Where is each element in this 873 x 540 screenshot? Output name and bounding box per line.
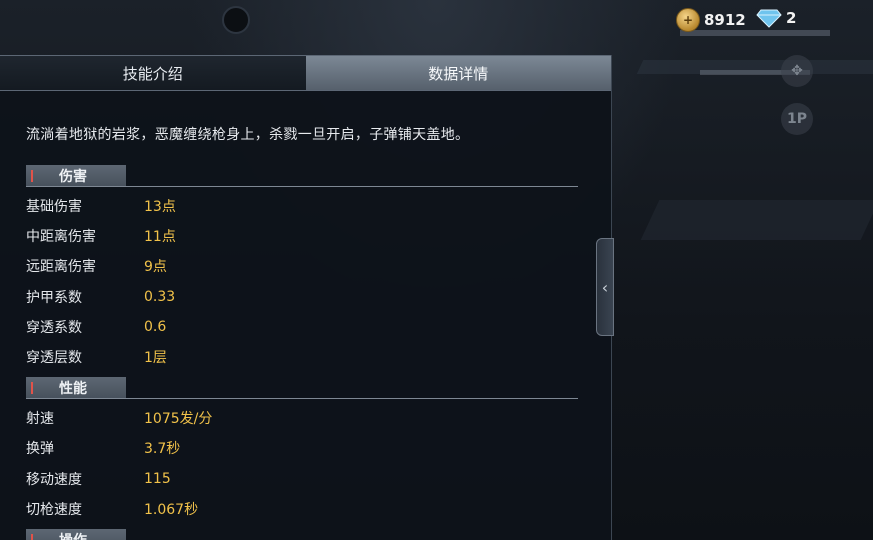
section-title: 性能 xyxy=(59,380,87,397)
section-title: 伤害 xyxy=(59,168,87,185)
stat-row: 移动速度 115 xyxy=(26,468,386,490)
stat-label: 远距离伤害 xyxy=(26,259,96,275)
stat-value: 3.7秒 xyxy=(144,441,181,457)
weapon-info-panel: 技能介绍 数据详情 流淌着地狱的岩浆，恶魔缠绕枪身上，杀戮一旦开启，子弹铺天盖地… xyxy=(0,55,612,540)
section-marker xyxy=(31,169,33,182)
diamond-icon xyxy=(756,8,782,28)
stat-label: 移动速度 xyxy=(26,472,82,488)
stat-row: 穿透系数 0.6 xyxy=(26,316,386,338)
stat-label: 穿透系数 xyxy=(26,320,82,336)
stat-value: 0.33 xyxy=(144,289,176,305)
stat-row: 换弹 3.7秒 xyxy=(26,437,386,459)
stat-label: 基础伤害 xyxy=(26,199,82,215)
stat-row: 远距离伤害 9点 xyxy=(26,255,386,277)
gem-currency[interactable]: 2 xyxy=(756,8,796,28)
stat-value: 11点 xyxy=(144,229,176,245)
section-title: 操作 xyxy=(59,530,87,540)
section-performance: 性能 xyxy=(26,377,578,401)
section-marker xyxy=(31,533,33,540)
tab-bar: 技能介绍 数据详情 xyxy=(0,55,611,91)
stat-row: 基础伤害 13点 xyxy=(26,195,386,217)
stat-label: 射速 xyxy=(26,411,54,427)
stat-row: 切枪速度 1.067秒 xyxy=(26,498,386,520)
stat-row: 护甲系数 0.33 xyxy=(26,286,386,308)
section-marker xyxy=(31,381,33,394)
chevron-left-icon: ‹ xyxy=(601,277,609,297)
stat-row: 穿透层数 1层 xyxy=(26,346,386,368)
gold-amount: 8912 xyxy=(704,11,746,29)
section-divider xyxy=(26,398,578,399)
section-operation: 操作 xyxy=(26,529,578,540)
gold-currency[interactable]: + 8912 xyxy=(676,8,746,32)
settings-icon: ✥ xyxy=(791,63,803,79)
weapon-description: 流淌着地狱的岩浆，恶魔缠绕枪身上，杀戮一旦开启，子弹铺天盖地。 xyxy=(26,127,470,143)
section-divider xyxy=(26,186,578,187)
stat-value: 13点 xyxy=(144,199,176,215)
stat-value: 1075发/分 xyxy=(144,411,213,427)
section-damage: 伤害 xyxy=(26,165,578,189)
stat-row: 中距离伤害 11点 xyxy=(26,225,386,247)
stat-label: 中距离伤害 xyxy=(26,229,96,245)
stat-label: 换弹 xyxy=(26,441,54,457)
gold-coin-icon: + xyxy=(676,8,700,32)
tab-data-details[interactable]: 数据详情 xyxy=(305,56,611,90)
settings-button[interactable]: ✥ xyxy=(781,55,813,87)
stat-value: 115 xyxy=(144,471,171,487)
stat-label: 穿透层数 xyxy=(26,350,82,366)
player-icon: 1P xyxy=(786,111,807,127)
collapse-panel-button[interactable]: ‹ xyxy=(596,238,614,336)
stat-value: 1.067秒 xyxy=(144,502,199,518)
stat-row: 射速 1075发/分 xyxy=(26,407,386,429)
stat-value: 0.6 xyxy=(144,319,167,335)
gem-amount: 2 xyxy=(786,9,797,27)
stat-value: 9点 xyxy=(144,259,167,275)
stat-label: 切枪速度 xyxy=(26,502,82,518)
stat-value: 1层 xyxy=(144,350,167,366)
stat-label: 护甲系数 xyxy=(26,290,82,306)
tab-skill-intro[interactable]: 技能介绍 xyxy=(0,56,306,90)
player-mode-button[interactable]: 1P xyxy=(781,103,813,135)
